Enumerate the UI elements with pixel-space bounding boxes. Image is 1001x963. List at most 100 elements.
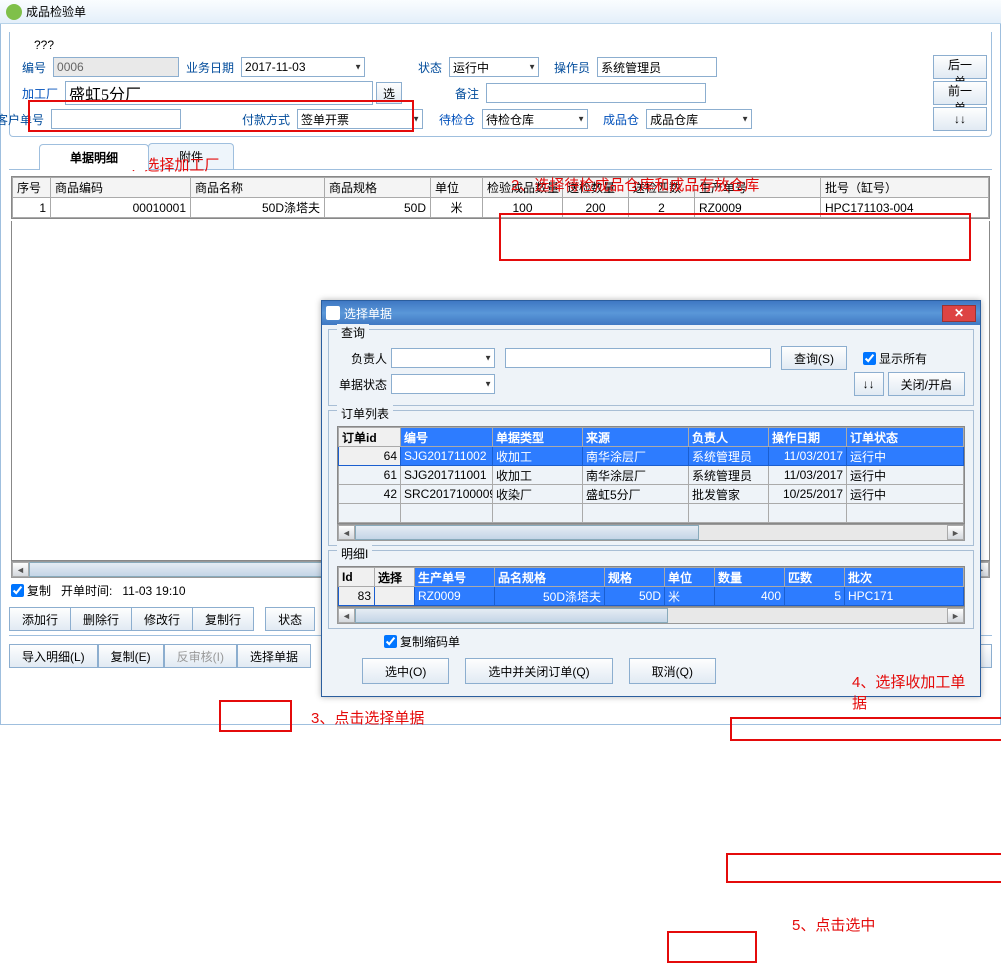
- dialog-titlebar: 选择单据 ✕: [322, 301, 980, 325]
- ocell: 批发管家: [689, 485, 769, 504]
- order-row[interactable]: 61 SJG201711001 收加工 南华涂层厂 系统管理员 11/03/20…: [339, 466, 964, 485]
- annotation-box-5: [726, 853, 1001, 883]
- arrows-button[interactable]: ↓↓: [933, 107, 987, 131]
- show-all-checkbox-input[interactable]: [863, 352, 876, 365]
- cell-spec: 50D: [325, 198, 431, 218]
- biz-date-input[interactable]: [241, 57, 365, 77]
- ocol-status: 订单状态: [847, 428, 964, 447]
- open-time-label: 开单时间:: [61, 582, 112, 599]
- pending-wh-input[interactable]: [482, 109, 588, 129]
- factory-input[interactable]: [65, 81, 373, 105]
- dcol-unit: 单位: [665, 568, 715, 587]
- detail-legend: 明细I: [337, 545, 372, 562]
- annotation-text-2: 2、选择待检成品仓库和成品存放仓库: [511, 174, 759, 195]
- ocell: 系统管理员: [689, 466, 769, 485]
- detail-grid[interactable]: 序号 商品编码 商品名称 商品规格 单位 检验成品数量 送检数量 送检匹数 生产…: [11, 176, 990, 219]
- resp-label: 负责人: [337, 350, 387, 367]
- col-spec: 商品规格: [325, 178, 431, 198]
- dialog-close-button[interactable]: ✕: [942, 305, 976, 322]
- order-grid[interactable]: 订单id 编号 单据类型 来源 负责人 操作日期 订单状态 64 SJG2017…: [337, 426, 965, 524]
- dcol-prod: 生产单号: [415, 568, 495, 587]
- detail-grid-dlg[interactable]: Id 选择 生产单号 品名规格 规格 单位 数量 匹数 批次: [337, 566, 965, 607]
- scroll-thumb[interactable]: [29, 562, 371, 577]
- copycode-checkbox-input[interactable]: [384, 635, 397, 648]
- mod-row-button[interactable]: 修改行: [131, 607, 193, 631]
- pending-wh-label: 待检仓: [437, 111, 479, 128]
- cust-no-input[interactable]: [51, 109, 181, 129]
- dcol-sel: 选择: [375, 568, 415, 587]
- dcell: 400: [715, 587, 785, 606]
- ocell: SJG201711002: [401, 447, 493, 466]
- ocell: SJG201711001: [401, 466, 493, 485]
- pay-input[interactable]: [297, 109, 423, 129]
- dcell: HPC171: [845, 587, 964, 606]
- copycode-checkbox[interactable]: 复制缩码单: [384, 633, 460, 650]
- prev-doc-button[interactable]: 前一单: [933, 81, 987, 105]
- copycode-label: 复制缩码单: [400, 633, 460, 650]
- table-row[interactable]: 1 00010001 50D涤塔夫 50D 米 100 200 2 RZ0009…: [13, 198, 989, 218]
- recheck-button: 反审核(I): [164, 644, 237, 668]
- ocell: SRC2017100009: [401, 485, 493, 504]
- factory-label: 加工厂: [20, 85, 62, 102]
- dcell: 50D: [605, 587, 665, 606]
- show-all-checkbox[interactable]: 显示所有: [863, 350, 927, 367]
- pick-doc-dialog: 选择单据 ✕ 查询 负责人 查询(S) 显示所有 单据状态: [321, 300, 981, 697]
- del-row-button[interactable]: 删除行: [70, 607, 132, 631]
- detail-scroll[interactable]: ◄►: [337, 607, 965, 624]
- biz-date-label: 业务日期: [184, 59, 238, 76]
- status-button[interactable]: 状态: [265, 607, 315, 631]
- cancel-button[interactable]: 取消(Q): [629, 658, 716, 684]
- ocol-resp: 负责人: [689, 428, 769, 447]
- order-scroll[interactable]: ◄►: [337, 524, 965, 541]
- detail-row[interactable]: 83 RZ0009 50D涤塔夫 50D 米 400 5 HPC171: [339, 587, 964, 606]
- dcell: 50D涤塔夫: [495, 587, 605, 606]
- ocell: 11/03/2017: [769, 447, 847, 466]
- dcell: RZ0009: [415, 587, 495, 606]
- order-row[interactable]: 42 SRC2017100009 收染厂 盛虹5分厂 批发管家 10/25/20…: [339, 485, 964, 504]
- dcol-qty: 数量: [715, 568, 785, 587]
- ocell: 11/03/2017: [769, 466, 847, 485]
- copy-row-button[interactable]: 复制行: [192, 607, 254, 631]
- close-open-button[interactable]: 关闭/开启: [888, 372, 965, 396]
- copy-button[interactable]: 复制(E): [98, 644, 164, 668]
- status-input[interactable]: [449, 57, 539, 77]
- ocol-src: 来源: [583, 428, 689, 447]
- ocell: 盛虹5分厂: [583, 485, 689, 504]
- copy-checkbox-input[interactable]: [11, 584, 24, 597]
- factory-select-button[interactable]: 选: [376, 82, 402, 104]
- product-wh-input[interactable]: [646, 109, 752, 129]
- ocol-id: 订单id: [339, 428, 401, 447]
- ocell: 61: [339, 466, 401, 485]
- pick-doc-button[interactable]: 选择单据: [237, 644, 311, 668]
- order-row[interactable]: 64 SJG201711002 收加工 南华涂层厂 系统管理员 11/03/20…: [339, 447, 964, 466]
- dcell: 米: [665, 587, 715, 606]
- query-text-input[interactable]: [505, 348, 771, 368]
- ok-close-button[interactable]: 选中并关闭订单(Q): [465, 658, 612, 684]
- cell-prod: RZ0009: [695, 198, 821, 218]
- order-row[interactable]: [339, 504, 964, 523]
- next-doc-button[interactable]: 后一单: [933, 55, 987, 79]
- doc-status-input[interactable]: [391, 374, 495, 394]
- ok-button[interactable]: 选中(O): [362, 658, 449, 684]
- remark-label: 备注: [453, 85, 483, 102]
- cell-qty: 100: [483, 198, 563, 218]
- dlg-arrows-button[interactable]: ↓↓: [854, 372, 884, 396]
- annotation-box-3: [219, 700, 292, 732]
- tab-detail[interactable]: 单据明细: [39, 144, 149, 170]
- query-button[interactable]: 查询(S): [781, 346, 847, 370]
- query-legend: 查询: [337, 324, 369, 341]
- operator-input[interactable]: [597, 57, 717, 77]
- dcell: 83: [339, 587, 375, 606]
- add-row-button[interactable]: 添加行: [9, 607, 71, 631]
- scroll-left-icon[interactable]: ◄: [12, 562, 29, 577]
- resp-input[interactable]: [391, 348, 495, 368]
- copy-checkbox[interactable]: 复制: [11, 582, 51, 599]
- dcol-batch: 批次: [845, 568, 964, 587]
- ocell: 运行中: [847, 447, 964, 466]
- col-name: 商品名称: [191, 178, 325, 198]
- doc-no-input: [53, 57, 179, 77]
- import-button[interactable]: 导入明细(L): [9, 644, 98, 668]
- remark-input[interactable]: [486, 83, 706, 103]
- annotation-box-6: [667, 931, 757, 963]
- col-code: 商品编码: [51, 178, 191, 198]
